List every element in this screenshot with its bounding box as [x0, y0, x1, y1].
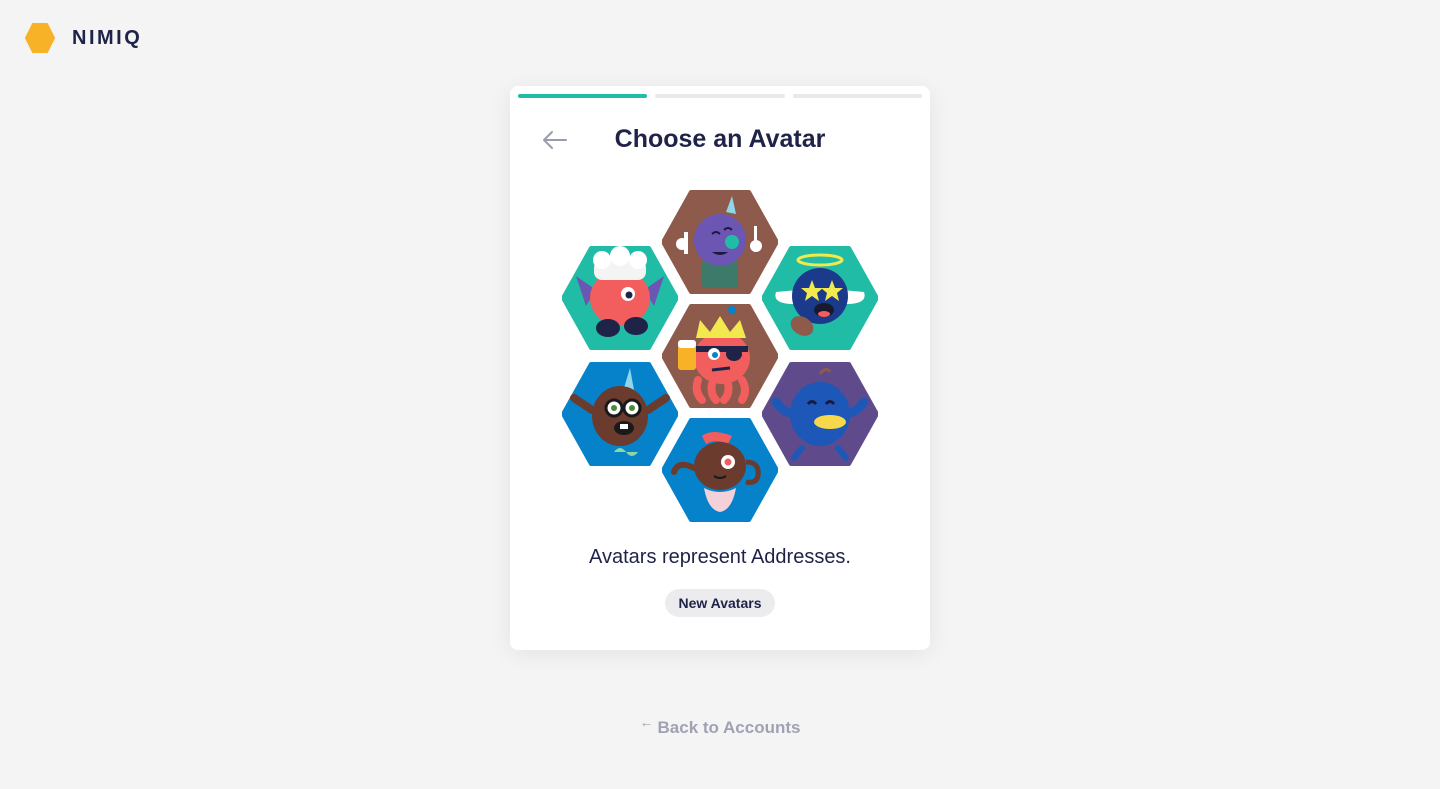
avatar-option-5[interactable]	[562, 362, 678, 466]
avatar-option-2[interactable]	[562, 246, 678, 350]
hexagon-logo-icon	[25, 23, 55, 53]
new-avatars-button[interactable]: New Avatars	[665, 589, 775, 617]
page-title: Choose an Avatar	[614, 125, 826, 153]
arrow-left-icon: ←	[639, 714, 654, 730]
back-to-accounts-label: Back to Accounts	[657, 718, 801, 737]
brand-header: NIMIQ	[24, 22, 142, 54]
avatar-option-1[interactable]	[662, 190, 778, 294]
progress-step-1	[518, 94, 648, 98]
avatar-option-3[interactable]	[762, 246, 878, 350]
back-to-accounts-link[interactable]: ← Back to Accounts	[0, 714, 1440, 738]
avatar-caption: Avatars represent Addresses.	[589, 546, 851, 568]
red-king-avatar-icon	[662, 304, 778, 408]
brown-nerd-avatar-icon	[562, 362, 678, 466]
avatar-option-6[interactable]	[762, 362, 878, 466]
avatar-option-4[interactable]	[662, 304, 778, 408]
blue-angel-avatar-icon	[762, 246, 878, 350]
brown-teapot-avatar-icon	[662, 418, 778, 522]
avatar-option-7[interactable]	[662, 418, 778, 522]
red-chef-avatar-icon	[562, 246, 678, 350]
avatar-card: Choose an Avatar Avatars represent Addre…	[510, 86, 930, 650]
progress-step-3	[792, 94, 922, 98]
blue-duck-avatar-icon	[762, 362, 878, 466]
avatar-grid	[560, 190, 880, 526]
brand-name: NIMIQ	[72, 26, 143, 49]
purple-unicorn-avatar-icon	[662, 190, 778, 294]
progress-step-2	[655, 94, 785, 98]
progress-indicator	[518, 94, 922, 98]
